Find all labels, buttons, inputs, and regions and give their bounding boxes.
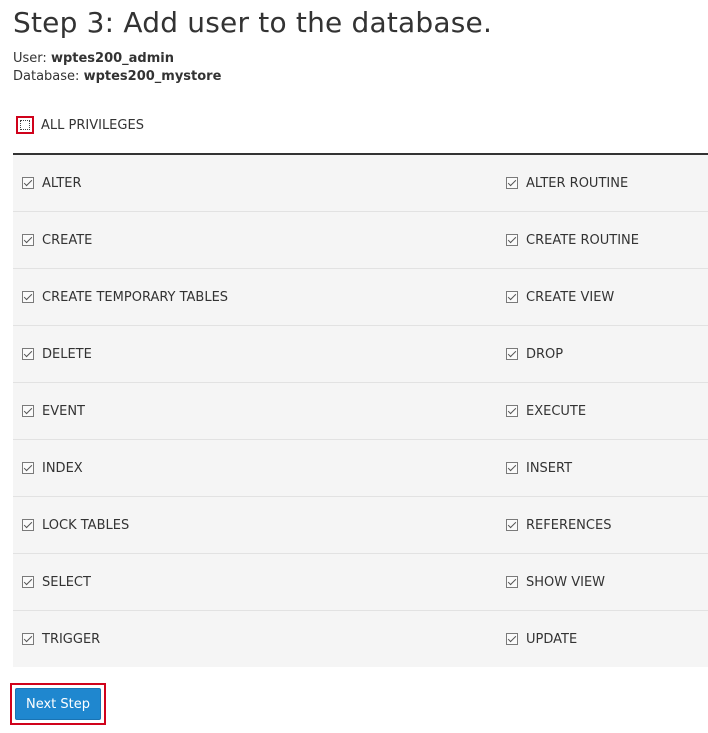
privilege-checkbox[interactable] — [506, 405, 518, 417]
privilege-label: UPDATE — [526, 631, 578, 647]
privilege-option[interactable]: REFERENCES — [506, 497, 708, 553]
privilege-option[interactable]: CREATE TEMPORARY TABLES — [13, 269, 506, 325]
privilege-label: LOCK TABLES — [42, 517, 130, 533]
privilege-checkbox[interactable] — [22, 291, 34, 303]
privilege-checkbox[interactable] — [506, 234, 518, 246]
privilege-label: CREATE TEMPORARY TABLES — [42, 289, 229, 305]
all-privileges-checkbox[interactable] — [16, 116, 34, 134]
privilege-label: INDEX — [42, 460, 83, 476]
privilege-option[interactable]: TRIGGER — [13, 611, 506, 667]
privilege-option[interactable]: UPDATE — [506, 611, 708, 667]
privilege-checkbox[interactable] — [506, 177, 518, 189]
privilege-row: LOCK TABLES REFERENCES — [13, 497, 708, 554]
privilege-label: ALTER — [42, 175, 82, 191]
privilege-option[interactable]: INSERT — [506, 440, 708, 496]
privilege-option[interactable]: CREATE VIEW — [506, 269, 708, 325]
privilege-checkbox[interactable] — [506, 348, 518, 360]
privilege-checkbox[interactable] — [22, 348, 34, 360]
privilege-option[interactable]: LOCK TABLES — [13, 497, 506, 553]
privilege-label: REFERENCES — [526, 517, 612, 533]
privilege-label: CREATE ROUTINE — [526, 232, 639, 248]
privilege-row: CREATE CREATE ROUTINE — [13, 212, 708, 269]
privilege-checkbox[interactable] — [22, 633, 34, 645]
privilege-checkbox[interactable] — [506, 462, 518, 474]
privilege-row: ALTER ALTER ROUTINE — [13, 155, 708, 212]
privilege-option[interactable]: EVENT — [13, 383, 506, 439]
add-user-to-database-page: Step 3: Add user to the database. User: … — [0, 0, 708, 733]
privilege-row: INDEX INSERT — [13, 440, 708, 497]
privilege-option[interactable]: SHOW VIEW — [506, 554, 708, 610]
database-label: Database: — [13, 69, 80, 84]
privilege-option[interactable]: ALTER — [13, 155, 506, 211]
privilege-checkbox[interactable] — [22, 234, 34, 246]
privilege-option[interactable]: INDEX — [13, 440, 506, 496]
next-step-highlight: Next Step — [10, 683, 106, 725]
privilege-label: ALTER ROUTINE — [526, 175, 629, 191]
privilege-label: CREATE — [42, 232, 93, 248]
privilege-label: DELETE — [42, 346, 92, 362]
user-info: User: wptes200_admin — [13, 51, 174, 66]
database-value: wptes200_mystore — [83, 69, 222, 84]
privilege-option[interactable]: DELETE — [13, 326, 506, 382]
privilege-checkbox[interactable] — [22, 576, 34, 588]
privilege-checkbox[interactable] — [22, 405, 34, 417]
privilege-option[interactable]: EXECUTE — [506, 383, 708, 439]
user-value: wptes200_admin — [50, 51, 174, 66]
all-privileges-option[interactable]: ALL PRIVILEGES — [16, 114, 144, 136]
privilege-option[interactable]: DROP — [506, 326, 708, 382]
privileges-grid: ALTER ALTER ROUTINE CREATE CREATE ROUTINE CR… — [13, 155, 708, 667]
privilege-row: CREATE TEMPORARY TABLES CREATE VIEW — [13, 269, 708, 326]
privilege-checkbox[interactable] — [506, 291, 518, 303]
privilege-label: SHOW VIEW — [526, 574, 606, 590]
privilege-checkbox[interactable] — [506, 519, 518, 531]
privilege-option[interactable]: SELECT — [13, 554, 506, 610]
privilege-row: SELECT SHOW VIEW — [13, 554, 708, 611]
privilege-checkbox[interactable] — [22, 462, 34, 474]
privilege-row: TRIGGER UPDATE — [13, 611, 708, 667]
privilege-option[interactable]: ALTER ROUTINE — [506, 155, 708, 211]
privilege-checkbox[interactable] — [506, 633, 518, 645]
privilege-option[interactable]: CREATE ROUTINE — [506, 212, 708, 268]
database-info: Database: wptes200_mystore — [13, 69, 221, 84]
privilege-checkbox[interactable] — [506, 576, 518, 588]
privilege-row: EVENT EXECUTE — [13, 383, 708, 440]
user-label: User: — [13, 51, 47, 66]
all-privileges-label: ALL PRIVILEGES — [41, 117, 144, 133]
privilege-label: TRIGGER — [42, 631, 101, 647]
next-step-button[interactable]: Next Step — [15, 688, 101, 720]
privilege-label: DROP — [526, 346, 564, 362]
privilege-label: INSERT — [526, 460, 573, 476]
privilege-option[interactable]: CREATE — [13, 212, 506, 268]
privilege-checkbox[interactable] — [22, 177, 34, 189]
privilege-label: CREATE VIEW — [526, 289, 615, 305]
privilege-label: EVENT — [42, 403, 85, 419]
privilege-checkbox[interactable] — [22, 519, 34, 531]
page-title: Step 3: Add user to the database. — [13, 6, 493, 39]
checkbox-focus-icon — [20, 120, 30, 130]
privilege-label: EXECUTE — [526, 403, 587, 419]
privilege-row: DELETE DROP — [13, 326, 708, 383]
privilege-label: SELECT — [42, 574, 91, 590]
